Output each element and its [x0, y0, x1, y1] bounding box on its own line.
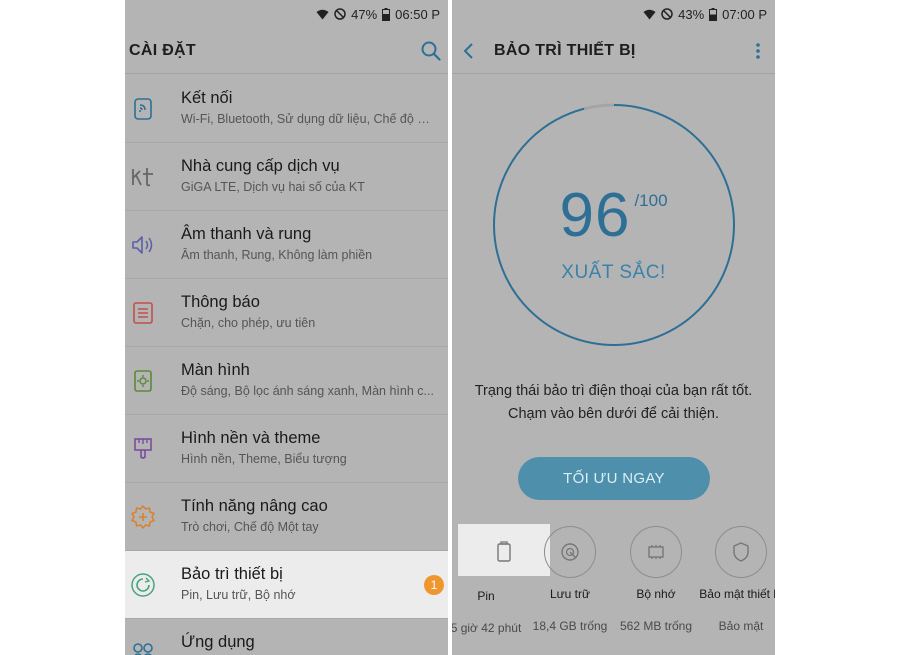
- battery-status-icon: [709, 7, 718, 21]
- settings-item-advanced[interactable]: Tính năng nâng cao Trò chơi, Chế độ Một …: [125, 483, 448, 551]
- settings-item-subtitle: Wi-Fi, Bluetooth, Sử dụng dữ liệu, Chế đ…: [181, 112, 438, 126]
- score-value: 96: [559, 181, 631, 250]
- tile-value: Bảo mật: [718, 619, 764, 633]
- optimize-now-button[interactable]: TỐI ƯU NGAY: [518, 457, 710, 500]
- score-display: 96/100: [452, 180, 775, 251]
- settings-item-title: Thông báo: [181, 293, 260, 311]
- settings-item-subtitle: Hình nền, Theme, Biểu tượng: [181, 452, 347, 466]
- score-max: /100: [634, 191, 668, 210]
- settings-item-subtitle: Chặn, cho phép, ưu tiên: [181, 316, 316, 330]
- settings-item-title: Bảo trì thiết bị: [181, 565, 283, 583]
- memory-chip-icon: [630, 526, 682, 578]
- settings-item-apps[interactable]: Ứng dụng: [125, 619, 448, 655]
- settings-item-display[interactable]: Màn hình Độ sáng, Bộ lọc ánh sáng xanh, …: [125, 347, 448, 415]
- shield-icon: [715, 526, 767, 578]
- maintenance-tiles: Pin 5 giờ 42 phút Lưu trữ 18,4 GB trống …: [452, 524, 775, 655]
- settings-item-title: Tính năng nâng cao: [181, 497, 328, 515]
- description-line-2: Chạm vào bên dưới để cải thiện.: [507, 406, 720, 422]
- settings-item-notifications[interactable]: Thông báo Chặn, cho phép, ưu tiên: [125, 279, 448, 347]
- tile-value: 5 giờ 42 phút: [452, 621, 522, 635]
- connection-icon: [130, 96, 156, 122]
- page-title: CÀI ĐẶT: [129, 41, 196, 59]
- settings-item-title: Nhà cung cấp dịch vụ: [181, 157, 340, 175]
- settings-item-subtitle: Pin, Lưu trữ, Bộ nhớ: [181, 588, 296, 602]
- tile-battery-text[interactable]: Pin 5 giờ 42 phút: [452, 524, 532, 635]
- notification-icon: [130, 300, 156, 326]
- settings-item-connections[interactable]: Kết nối Wi-Fi, Bluetooth, Sử dụng dữ liệ…: [125, 75, 448, 143]
- settings-item-device-maintenance[interactable]: Bảo trì thiết bị Pin, Lưu trữ, Bộ nhớ 1: [125, 551, 448, 619]
- tile-security[interactable]: Bảo mật thiết bị Bảo mật: [695, 524, 775, 633]
- wifi-icon: [643, 9, 656, 20]
- paintbrush-icon: [130, 436, 156, 462]
- settings-item-subtitle: Độ sáng, Bộ lọc ánh sáng xanh, Màn hình …: [181, 384, 434, 398]
- tile-value: 562 MB trống: [619, 619, 693, 633]
- gear-plus-icon: [130, 504, 156, 530]
- device-care-icon: [130, 572, 156, 598]
- speaker-icon: [130, 232, 156, 258]
- storage-icon: [544, 526, 596, 578]
- status-time: 06:50 P: [395, 6, 440, 22]
- tile-storage[interactable]: Lưu trữ 18,4 GB trống: [524, 524, 616, 633]
- notification-badge: 1: [424, 575, 444, 595]
- settings-item-subtitle: GiGA LTE, Dịch vụ hai số của KT: [181, 180, 365, 194]
- maintenance-app-bar: BẢO TRÌ THIẾT BỊ: [452, 28, 775, 74]
- tile-value: 18,4 GB trống: [532, 619, 608, 633]
- tile-name: Bộ nhớ: [636, 587, 676, 601]
- settings-item-subtitle: Âm thanh, Rung, Không làm phiền: [181, 248, 373, 262]
- wifi-icon: [316, 9, 329, 20]
- settings-item-sound[interactable]: Âm thanh và rung Âm thanh, Rung, Không l…: [125, 211, 448, 279]
- display-icon: [130, 368, 156, 394]
- do-not-disturb-icon: [334, 8, 346, 20]
- status-bar: 43% 07:00 P: [452, 0, 775, 28]
- settings-item-title: Hình nền và theme: [181, 429, 321, 447]
- settings-item-title: Âm thanh và rung: [181, 225, 312, 243]
- screenshot-composite: 47% 06:50 P CÀI ĐẶT Kết nối Wi-Fi, Bluet…: [0, 0, 900, 655]
- status-time: 07:00 P: [722, 6, 767, 22]
- battery-percent: 47%: [351, 6, 378, 22]
- gauge-gap: [583, 103, 615, 111]
- more-options-icon[interactable]: [745, 38, 771, 64]
- settings-item-wallpaper[interactable]: Hình nền và theme Hình nền, Theme, Biểu …: [125, 415, 448, 483]
- battery-status-icon: [382, 7, 391, 21]
- status-description: Trạng thái bảo trì điện thoại của bạn rấ…: [452, 380, 775, 426]
- kt-carrier-icon: [130, 164, 156, 190]
- settings-list: Kết nối Wi-Fi, Bluetooth, Sử dụng dữ liệ…: [125, 75, 448, 655]
- settings-app-bar: CÀI ĐẶT: [125, 28, 448, 74]
- back-arrow-icon[interactable]: [456, 38, 482, 64]
- settings-item-subtitle: Trò chơi, Chế độ Một tay: [181, 520, 319, 534]
- apps-icon: [130, 640, 156, 655]
- status-bar: 47% 06:50 P: [125, 0, 448, 28]
- page-title: BẢO TRÌ THIẾT BỊ: [494, 41, 636, 59]
- score-rating: XUẤT SẮC!: [561, 262, 666, 283]
- settings-item-title: Ứng dụng: [181, 633, 255, 651]
- settings-item-title: Màn hình: [181, 361, 250, 379]
- tile-name: Lưu trữ: [549, 587, 591, 601]
- tile-memory[interactable]: Bộ nhớ 562 MB trống: [610, 524, 702, 633]
- search-icon[interactable]: [418, 38, 444, 64]
- settings-item-title: Kết nối: [181, 89, 233, 107]
- tile-name: Bảo mật thiết bị: [699, 587, 775, 601]
- settings-screen: 47% 06:50 P CÀI ĐẶT Kết nối Wi-Fi, Bluet…: [125, 0, 448, 655]
- battery-percent: 43%: [678, 6, 705, 22]
- tile-name: Pin: [477, 589, 495, 603]
- description-line-1: Trạng thái bảo trì điện thoại của bạn rấ…: [474, 383, 753, 399]
- settings-item-carrier[interactable]: Nhà cung cấp dịch vụ GiGA LTE, Dịch vụ h…: [125, 143, 448, 211]
- device-maintenance-screen: 43% 07:00 P BẢO TRÌ THIẾT BỊ 96/100 XUẤT…: [452, 0, 775, 655]
- do-not-disturb-icon: [661, 8, 673, 20]
